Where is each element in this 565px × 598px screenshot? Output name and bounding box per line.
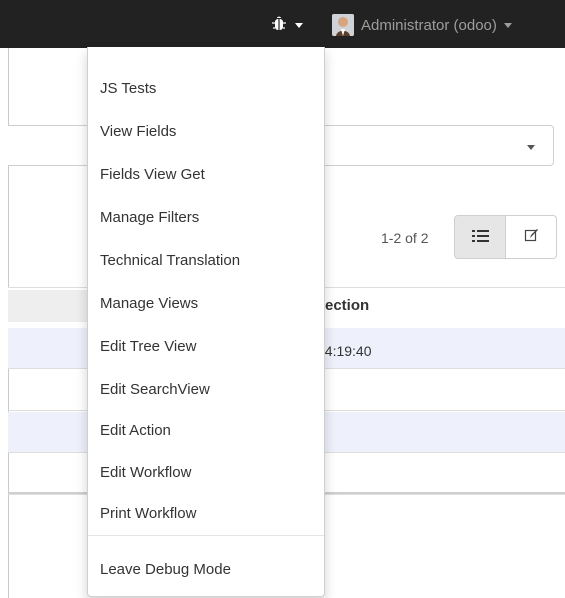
table-cell: 14:19:40: [317, 343, 372, 359]
menu-item-leave-debug-mode[interactable]: Leave Debug Mode: [88, 551, 324, 589]
column-header-label: ection: [325, 297, 370, 314]
menu-item-edit-tree-view[interactable]: Edit Tree View: [88, 328, 324, 366]
menu-item-manage-views[interactable]: Manage Views: [88, 285, 324, 323]
menu-item-js-tests[interactable]: JS Tests: [88, 70, 324, 108]
menu-item-edit-workflow[interactable]: Edit Workflow: [88, 454, 324, 492]
bug-icon: [271, 15, 287, 36]
user-name: Administrator (odoo): [361, 16, 497, 34]
debug-dropdown-menu: JS Tests View Fields Fields View Get Man…: [87, 47, 325, 597]
chevron-down-icon: [527, 145, 535, 150]
list-view-button[interactable]: [454, 215, 506, 259]
menu-item-edit-action[interactable]: Edit Action: [88, 412, 324, 450]
menu-item-print-workflow[interactable]: Print Workflow: [88, 495, 324, 533]
debug-menu-toggle[interactable]: [271, 14, 303, 36]
user-menu[interactable]: Administrator (odoo): [332, 12, 512, 38]
menu-item-technical-translation[interactable]: Technical Translation: [88, 242, 324, 280]
pager-text: 1-2 of 2: [381, 230, 429, 246]
menu-item-fields-view-get[interactable]: Fields View Get: [88, 156, 324, 194]
chevron-down-icon: [503, 22, 512, 28]
menu-item-manage-filters[interactable]: Manage Filters: [88, 199, 324, 237]
avatar: [332, 14, 354, 36]
form-view-button[interactable]: [506, 215, 557, 259]
header-selected-column: [8, 290, 87, 322]
view-switcher: [454, 215, 557, 259]
edit-icon: [524, 227, 539, 248]
chevron-down-icon: [295, 22, 303, 28]
menu-item-view-fields[interactable]: View Fields: [88, 113, 324, 151]
menu-item-edit-searchview[interactable]: Edit SearchView: [88, 371, 324, 409]
list-icon: [471, 227, 489, 248]
menu-divider: [88, 535, 324, 536]
